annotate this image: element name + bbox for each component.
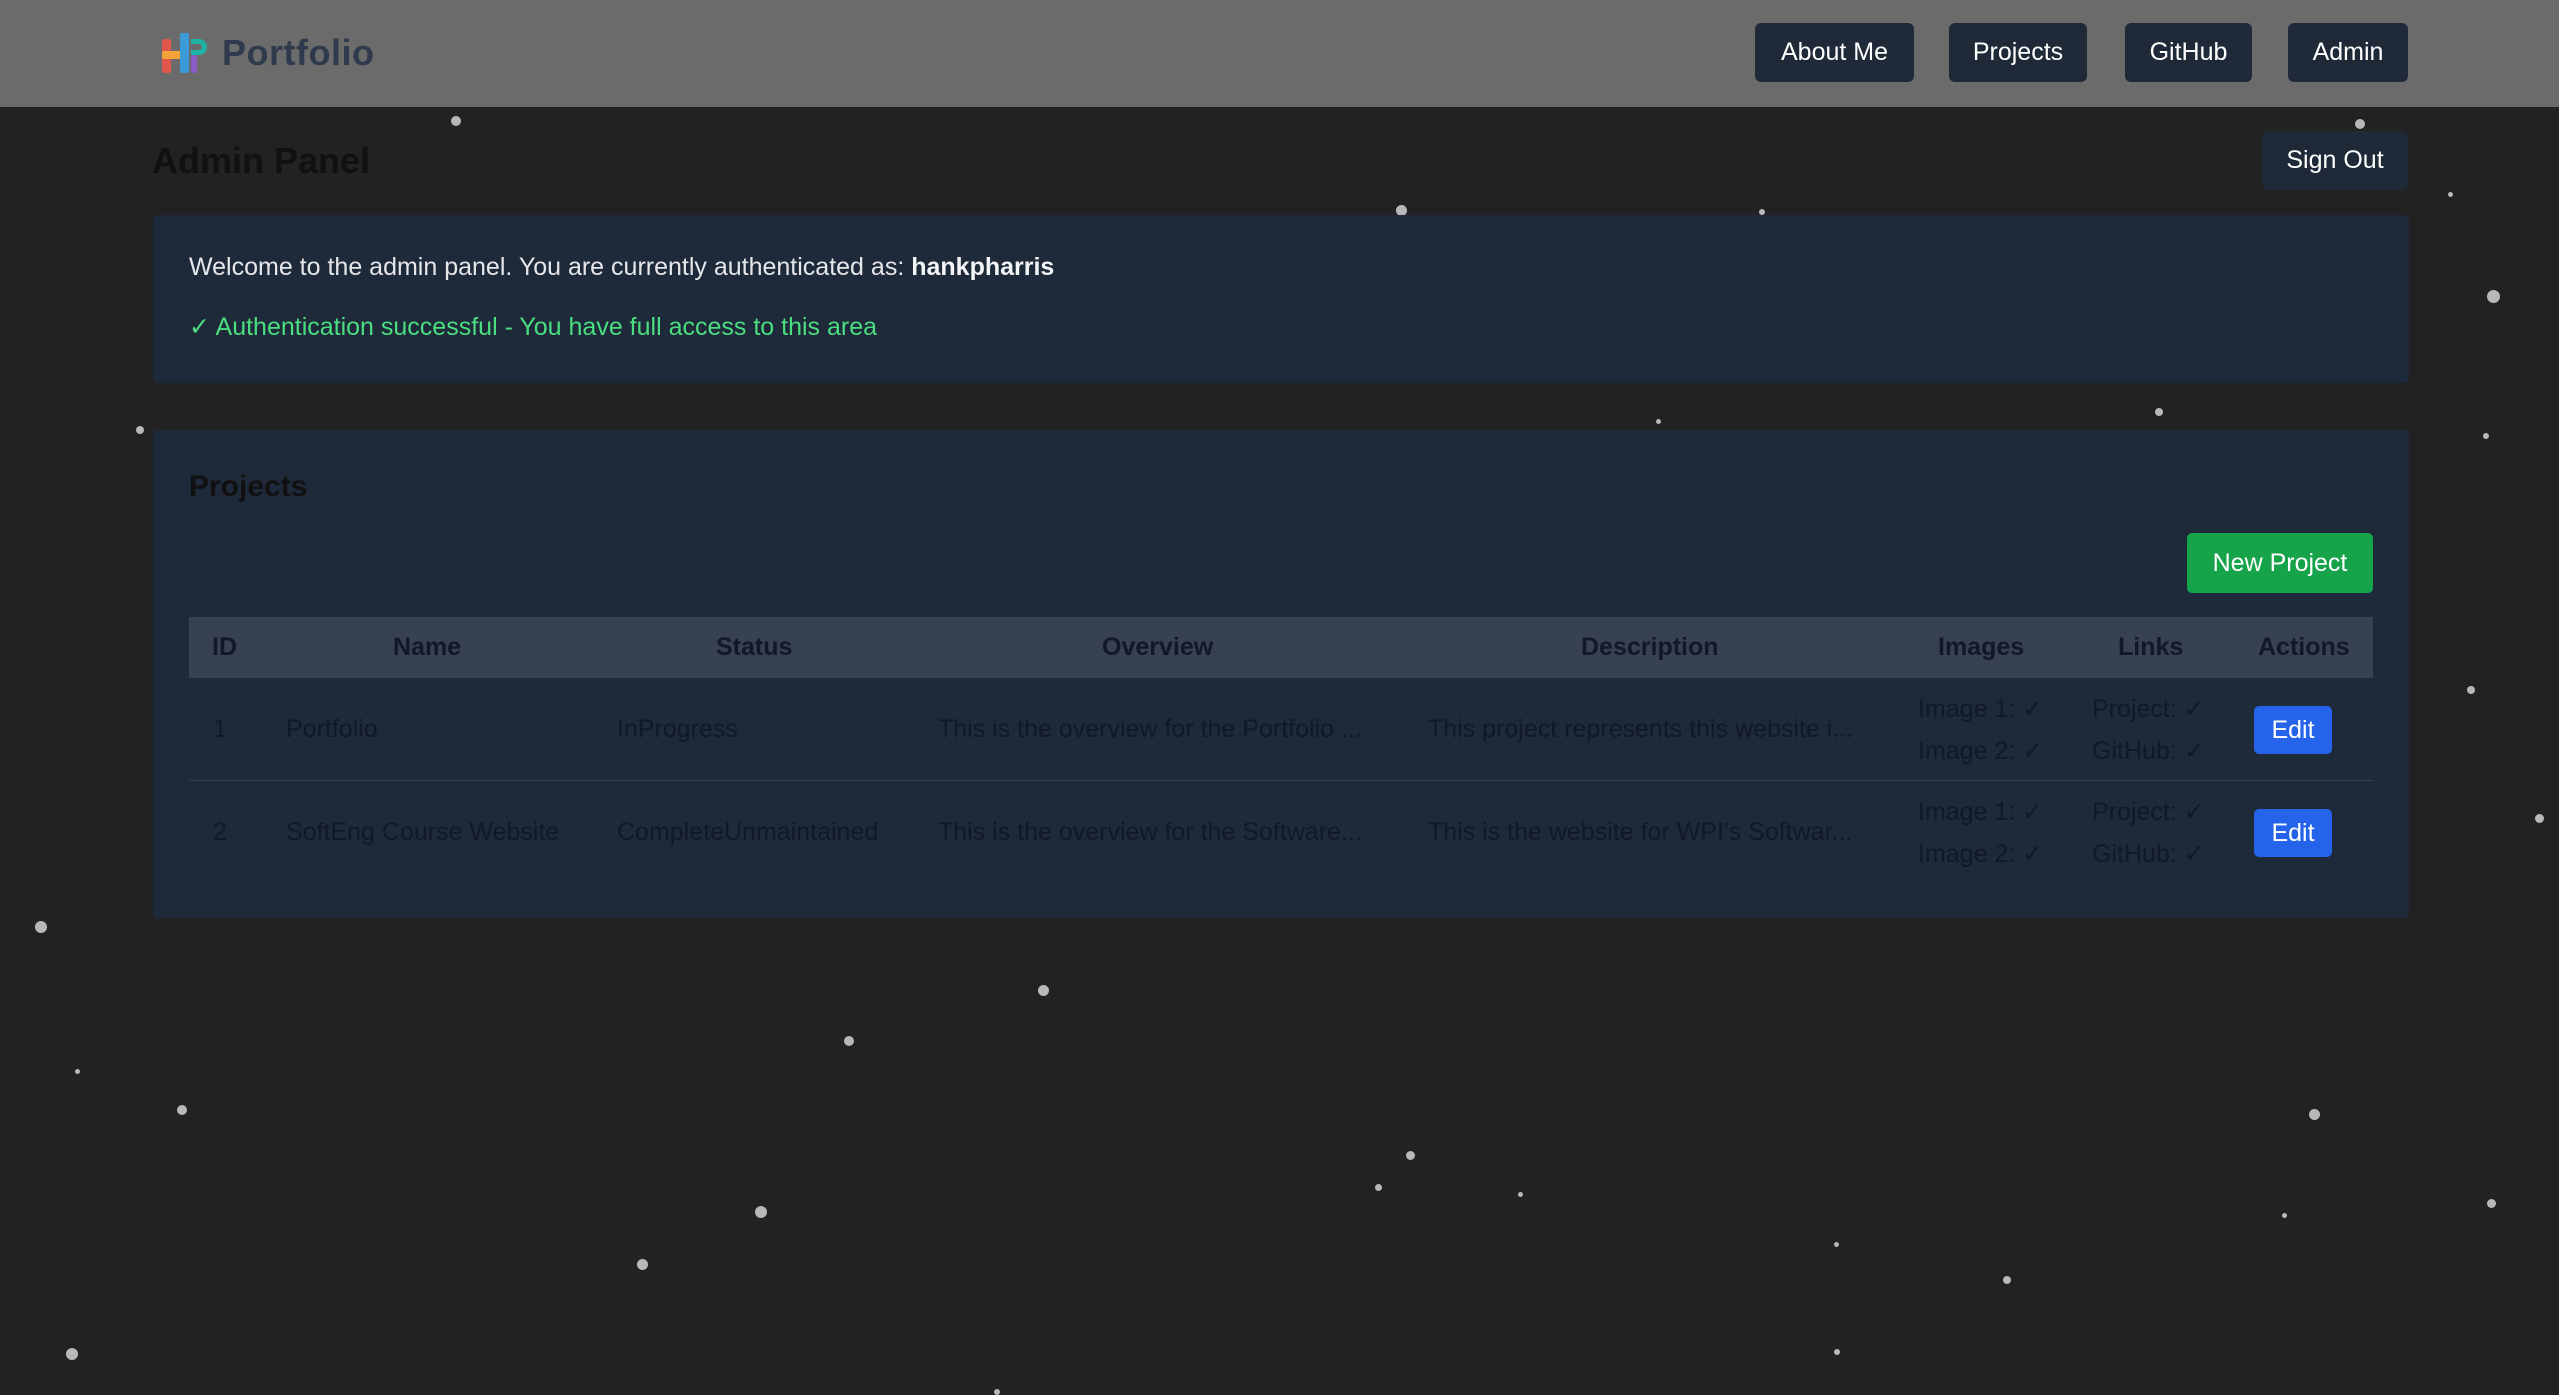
cell-links: Project: ✓ GitHub: ✓ bbox=[2092, 781, 2205, 884]
table-row: 1 Portfolio InProgress This is the overv… bbox=[189, 678, 2373, 781]
star bbox=[1037, 984, 1049, 996]
star bbox=[66, 1348, 78, 1360]
column-header-links: Links bbox=[2118, 633, 2184, 661]
star bbox=[844, 1036, 854, 1046]
cell-images: Image 1: ✓ Image 2: ✓ bbox=[1918, 781, 2043, 884]
star bbox=[1655, 418, 1661, 424]
star bbox=[2486, 1198, 2496, 1208]
welcome-panel: Welcome to the admin panel. You are curr… bbox=[153, 215, 2409, 383]
cell-id: 2 bbox=[213, 818, 227, 846]
new-project-button[interactable]: New Project bbox=[2187, 533, 2373, 593]
projects-table: ID Name Status Overview Description Imag… bbox=[189, 617, 2373, 884]
cell-name: SoftEng Course Website bbox=[286, 818, 560, 846]
star bbox=[1517, 1191, 1523, 1197]
cell-id: 1 bbox=[213, 715, 227, 743]
star bbox=[1833, 1241, 1839, 1247]
nav-admin-button[interactable]: Admin bbox=[2288, 23, 2408, 82]
image-2-status: Image 2: ✓ bbox=[1918, 839, 2044, 868]
star bbox=[636, 1258, 648, 1270]
welcome-message: Welcome to the admin panel. You are curr… bbox=[189, 253, 1054, 282]
star bbox=[451, 116, 461, 126]
star bbox=[2486, 289, 2500, 303]
column-header-overview: Overview bbox=[1102, 633, 1214, 661]
cell-name: Portfolio bbox=[286, 715, 378, 743]
star bbox=[2308, 1108, 2320, 1120]
star bbox=[2483, 433, 2489, 439]
cell-description: This is the website for WPI's Softwar... bbox=[1428, 818, 1853, 846]
cell-images: Image 1: ✓ Image 2: ✓ bbox=[1918, 678, 2043, 781]
cell-description: This project represents this website i..… bbox=[1428, 715, 1854, 743]
cell-overview: This is the overview for the Software... bbox=[938, 818, 1362, 846]
top-navigation-bar: Portfolio About Me Projects GitHub Admin bbox=[0, 0, 2559, 107]
star bbox=[2155, 408, 2163, 416]
sign-out-button[interactable]: Sign Out bbox=[2262, 131, 2408, 190]
github-link-status: GitHub: ✓ bbox=[2092, 736, 2205, 765]
star bbox=[1374, 1183, 1382, 1191]
table-row: 2 SoftEng Course Website CompleteUnmaint… bbox=[189, 781, 2373, 884]
projects-panel: Projects New Project ID Name Status Over… bbox=[153, 430, 2409, 918]
github-link-status: GitHub: ✓ bbox=[2092, 839, 2205, 868]
column-header-images: Images bbox=[1938, 633, 2025, 661]
star bbox=[2534, 813, 2544, 823]
star bbox=[2467, 686, 2475, 694]
column-header-status: Status bbox=[716, 633, 793, 661]
project-link-status: Project: ✓ bbox=[2092, 797, 2205, 826]
nav-about-me-button[interactable]: About Me bbox=[1755, 23, 1914, 82]
column-header-description: Description bbox=[1581, 633, 1719, 661]
welcome-text: Welcome to the admin panel. You are curr… bbox=[189, 253, 905, 281]
star bbox=[35, 921, 47, 933]
auth-status-message: ✓ Authentication successful - You have f… bbox=[189, 313, 878, 341]
star bbox=[2447, 191, 2453, 197]
star bbox=[755, 1206, 767, 1218]
star bbox=[2355, 119, 2365, 129]
table-header-row: ID Name Status Overview Description Imag… bbox=[189, 617, 2373, 678]
star bbox=[74, 1068, 80, 1074]
page-title: Admin Panel bbox=[152, 140, 371, 181]
brand-logo-icon bbox=[158, 29, 212, 77]
column-header-name: Name bbox=[393, 633, 462, 661]
nav-github-button[interactable]: GitHub bbox=[2125, 23, 2252, 82]
image-1-status: Image 1: ✓ bbox=[1918, 694, 2044, 723]
brand[interactable]: Portfolio bbox=[158, 26, 374, 80]
star bbox=[1405, 1150, 1415, 1160]
star bbox=[1834, 1349, 1840, 1355]
cell-links: Project: ✓ GitHub: ✓ bbox=[2092, 678, 2205, 781]
star bbox=[1395, 204, 1407, 216]
image-2-status: Image 2: ✓ bbox=[1918, 736, 2044, 765]
edit-button[interactable]: Edit bbox=[2254, 706, 2332, 754]
cell-status: CompleteUnmaintained bbox=[617, 818, 879, 846]
nav-projects-button[interactable]: Projects bbox=[1949, 23, 2087, 82]
column-header-actions: Actions bbox=[2258, 633, 2350, 661]
cell-overview: This is the overview for the Portfolio .… bbox=[938, 715, 1362, 743]
star bbox=[177, 1105, 187, 1115]
star bbox=[994, 1389, 1000, 1395]
column-header-id: ID bbox=[212, 633, 237, 661]
brand-name: Portfolio bbox=[222, 32, 375, 73]
projects-heading: Projects bbox=[189, 470, 308, 503]
star bbox=[136, 426, 144, 434]
username: hankpharris bbox=[911, 253, 1055, 281]
edit-button[interactable]: Edit bbox=[2254, 809, 2332, 857]
star bbox=[2003, 1276, 2011, 1284]
image-1-status: Image 1: ✓ bbox=[1918, 797, 2044, 826]
star bbox=[2281, 1212, 2287, 1218]
project-link-status: Project: ✓ bbox=[2092, 694, 2205, 723]
cell-status: InProgress bbox=[617, 715, 738, 743]
